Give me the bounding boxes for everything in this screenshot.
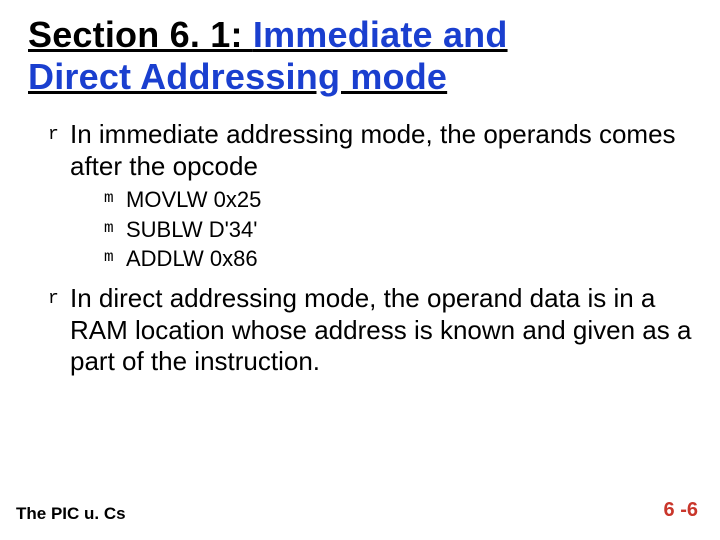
- bullet-item: r In direct addressing mode, the operand…: [48, 283, 692, 378]
- bullet-list: r In immediate addressing mode, the oper…: [48, 119, 692, 378]
- slide-title: Section 6. 1: Immediate and Direct Addre…: [28, 14, 692, 99]
- bullet-marker: r: [48, 283, 70, 309]
- sub-bullet-item: m ADDLW 0x86: [104, 245, 692, 273]
- title-topic-line1: Immediate and: [253, 14, 508, 55]
- sub-bullet-text: MOVLW 0x25: [126, 186, 261, 214]
- sub-bullet-item: m SUBLW D'34': [104, 216, 692, 244]
- title-section-label: Section 6. 1:: [28, 14, 253, 55]
- bullet-marker: r: [48, 119, 70, 145]
- bullet-text: In direct addressing mode, the operand d…: [70, 283, 692, 378]
- sub-bullet-text: ADDLW 0x86: [126, 245, 258, 273]
- bullet-item: r In immediate addressing mode, the oper…: [48, 119, 692, 182]
- sub-bullet-marker: m: [104, 186, 126, 207]
- sub-bullet-marker: m: [104, 245, 126, 266]
- sub-bullet-text: SUBLW D'34': [126, 216, 257, 244]
- sub-bullet-item: m MOVLW 0x25: [104, 186, 692, 214]
- slide: Section 6. 1: Immediate and Direct Addre…: [0, 0, 720, 540]
- sub-bullet-marker: m: [104, 216, 126, 237]
- footer-right-page-number: 6 -6: [664, 499, 698, 522]
- bullet-text: In immediate addressing mode, the operan…: [70, 119, 692, 182]
- title-topic-line2: Direct Addressing mode: [28, 56, 447, 97]
- footer-left: The PIC u. Cs: [16, 504, 126, 524]
- sub-bullet-list: m MOVLW 0x25 m SUBLW D'34' m ADDLW 0x86: [104, 186, 692, 272]
